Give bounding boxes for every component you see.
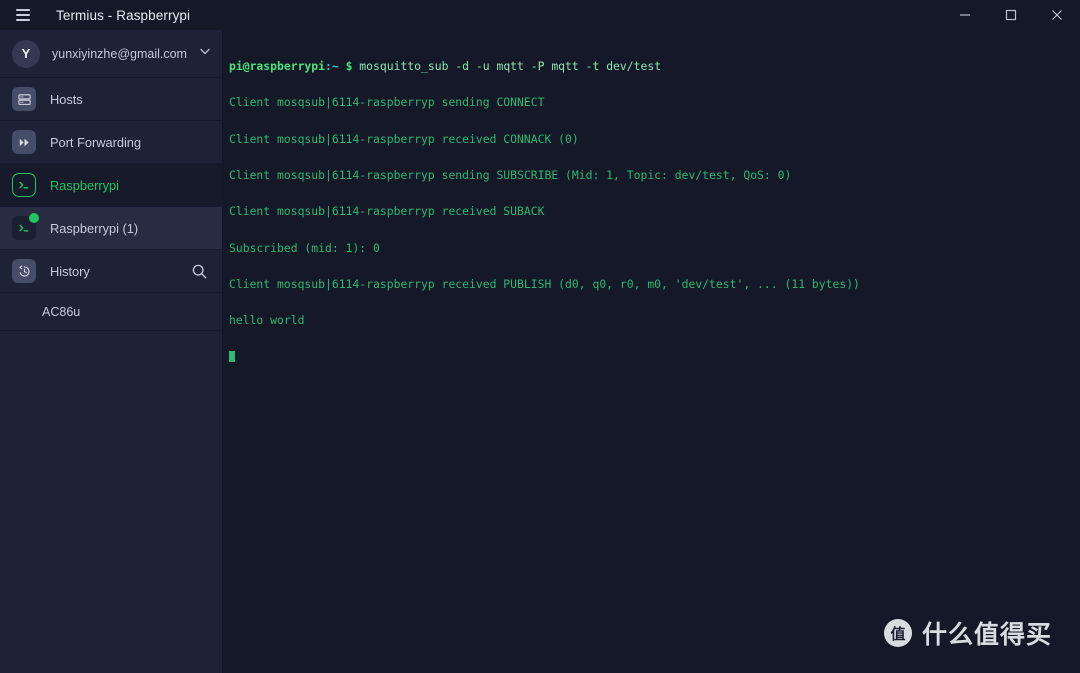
sidebar-item-port-forwarding[interactable]: Port Forwarding [0, 121, 222, 164]
close-button[interactable] [1034, 0, 1080, 30]
terminal-line: Client mosqsub|6114-raspberryp received … [229, 276, 860, 291]
sidebar-item-raspberrypi-session[interactable]: Raspberrypi (1) [0, 207, 222, 250]
watermark: 值 什么值得买 [883, 615, 1052, 651]
sidebar-item-label: Hosts [50, 91, 83, 107]
sub-item-label: AC86u [42, 304, 81, 319]
sidebar-item-history[interactable]: History [0, 250, 222, 293]
app-window: Termius - Raspberrypi Y yunxiyinzhe@gmai… [0, 0, 1080, 673]
sidebar-item-label: Raspberrypi (1) [50, 220, 139, 236]
server-icon [12, 87, 36, 111]
terminal-cursor [229, 351, 235, 363]
list-item[interactable]: AC86u [0, 293, 222, 331]
minimize-button[interactable] [942, 0, 988, 30]
sidebar-item-label: Port Forwarding [50, 134, 142, 150]
account-selector[interactable]: Y yunxiyinzhe@gmail.com [0, 30, 222, 78]
sidebar-empty-space [0, 331, 222, 673]
port-forwarding-icon [12, 130, 36, 154]
window-title: Termius - Raspberrypi [56, 7, 191, 23]
watermark-text: 什么值得买 [921, 620, 1052, 649]
sidebar: Y yunxiyinzhe@gmail.com Hosts Port Forwa… [0, 30, 223, 673]
terminal-line: Client mosqsub|6114-raspberryp sending C… [229, 95, 545, 110]
chevron-down-icon[interactable] [198, 44, 212, 63]
terminal-line: Client mosqsub|6114-raspberryp sending S… [229, 168, 792, 183]
main-body: Y yunxiyinzhe@gmail.com Hosts Port Forwa… [0, 30, 1080, 673]
terminal-icon [12, 173, 36, 197]
terminal-panel[interactable]: pi@raspberrypi:~ $ mosquitto_sub -d -u m… [223, 30, 1080, 673]
prompt-user: pi@raspberrypi [229, 59, 326, 74]
avatar: Y [12, 39, 40, 68]
account-email: yunxiyinzhe@gmail.com [52, 46, 187, 61]
prompt-path: :~ [325, 59, 339, 74]
history-icon [12, 259, 36, 283]
window-controls [942, 0, 1080, 30]
terminal-icon [12, 213, 39, 240]
search-icon[interactable] [188, 260, 210, 282]
hamburger-menu-icon[interactable] [8, 0, 38, 30]
maximize-button[interactable] [988, 0, 1034, 30]
terminal-cursor-line [229, 350, 1080, 364]
sidebar-item-label: History [50, 263, 90, 279]
terminal-line: hello world [229, 313, 305, 328]
terminal-line: Subscribed (mid: 1): 0 [229, 240, 380, 255]
terminal-line: Client mosqsub|6114-raspberryp received … [229, 131, 579, 146]
sidebar-item-raspberrypi[interactable]: Raspberrypi [0, 164, 222, 207]
sidebar-item-label: Raspberrypi [50, 177, 119, 193]
terminal-output: pi@raspberrypi:~ $ mosquitto_sub -d -u m… [229, 36, 1080, 389]
terminal-command: mosquitto_sub -d -u mqtt -P mqtt -t dev/… [352, 59, 662, 74]
terminal-line: Client mosqsub|6114-raspberryp received … [229, 204, 545, 219]
sidebar-item-hosts[interactable]: Hosts [0, 78, 222, 121]
title-bar: Termius - Raspberrypi [0, 0, 1080, 30]
online-status-dot [29, 213, 39, 223]
terminal-prompt-line: pi@raspberrypi:~ $ mosquitto_sub -d -u m… [229, 60, 1080, 72]
watermark-logo: 值 [883, 619, 912, 647]
